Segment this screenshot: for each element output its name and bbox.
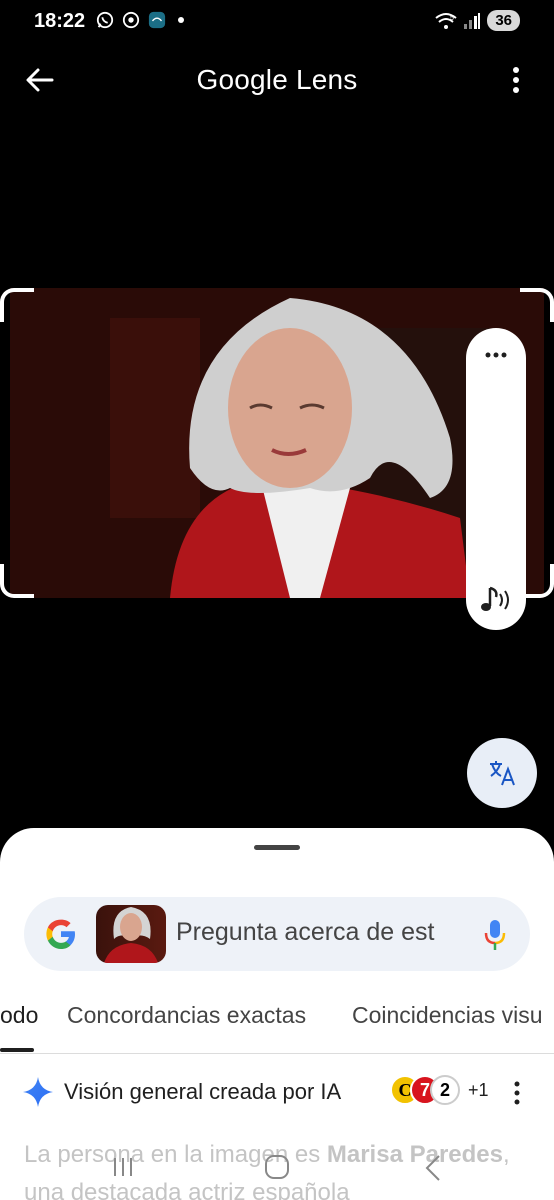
chrome-icon (122, 11, 140, 29)
more-horizontal-icon[interactable] (484, 350, 508, 360)
ai-sparkle-icon (23, 1077, 53, 1107)
translate-button[interactable] (467, 738, 537, 808)
status-bar: 18:22 5 36 (0, 0, 554, 44)
ai-overview-title: Visión general creada por IA (64, 1079, 342, 1104)
ai-overview-more-icon[interactable] (512, 1080, 522, 1106)
crop-corner-bottom-left[interactable] (0, 564, 34, 598)
sheet-drag-handle[interactable] (254, 845, 300, 850)
nav-back-icon[interactable] (424, 1154, 442, 1182)
song-search-icon[interactable] (478, 584, 514, 616)
thumbnail-portrait (104, 907, 158, 963)
results-tabs: odo Concordancias exactas Coincidencias … (0, 998, 554, 1054)
translate-icon (490, 761, 515, 786)
recents-icon[interactable] (112, 1156, 134, 1178)
top-bar: Google Lens (0, 56, 554, 104)
wifi-icon: 5 (435, 12, 457, 29)
results-sheet: Pregunta acerca de est odo Concordancias… (0, 828, 554, 1200)
source-count: +1 (468, 1079, 489, 1100)
search-bar[interactable]: Pregunta acerca de est (24, 897, 530, 971)
status-right: 5 36 (435, 10, 520, 31)
tab-all[interactable]: odo (0, 1002, 38, 1029)
analyzed-image[interactable] (10, 288, 544, 598)
notification-icons (96, 11, 184, 29)
search-placeholder: Pregunta acerca de est (176, 918, 435, 946)
portrait-illustration (10, 288, 544, 598)
tab-exact-matches[interactable]: Concordancias exactas (67, 1002, 306, 1029)
tab-visual-matches[interactable]: Coincidencias visu (352, 1002, 542, 1029)
crop-corner-top-left[interactable] (0, 288, 34, 322)
google-logo-icon (46, 919, 75, 949)
more-options-icon[interactable] (508, 66, 524, 94)
microphone-icon[interactable] (484, 919, 506, 951)
source-logo-2-icon: 2 (430, 1075, 460, 1105)
active-tab-indicator (0, 1048, 34, 1052)
source-badges[interactable]: C 7 2 +1 (390, 1075, 489, 1105)
network-label: 5 (450, 15, 454, 22)
crop-corner-top-right[interactable] (520, 288, 554, 322)
status-time: 18:22 (34, 10, 86, 32)
more-notifications-dot (178, 17, 184, 23)
query-image-thumbnail[interactable] (96, 905, 166, 963)
disney-plus-icon (148, 11, 166, 29)
signal-icon (464, 12, 481, 29)
whatsapp-icon (96, 11, 114, 29)
page-title: Google Lens (196, 64, 358, 95)
ai-overview-header[interactable]: Visión general creada por IA C 7 2 +1 (0, 1070, 554, 1118)
home-icon[interactable] (264, 1154, 290, 1180)
system-nav-bar (0, 1148, 554, 1200)
battery-indicator: 36 (487, 10, 520, 31)
side-action-pill (466, 328, 526, 630)
